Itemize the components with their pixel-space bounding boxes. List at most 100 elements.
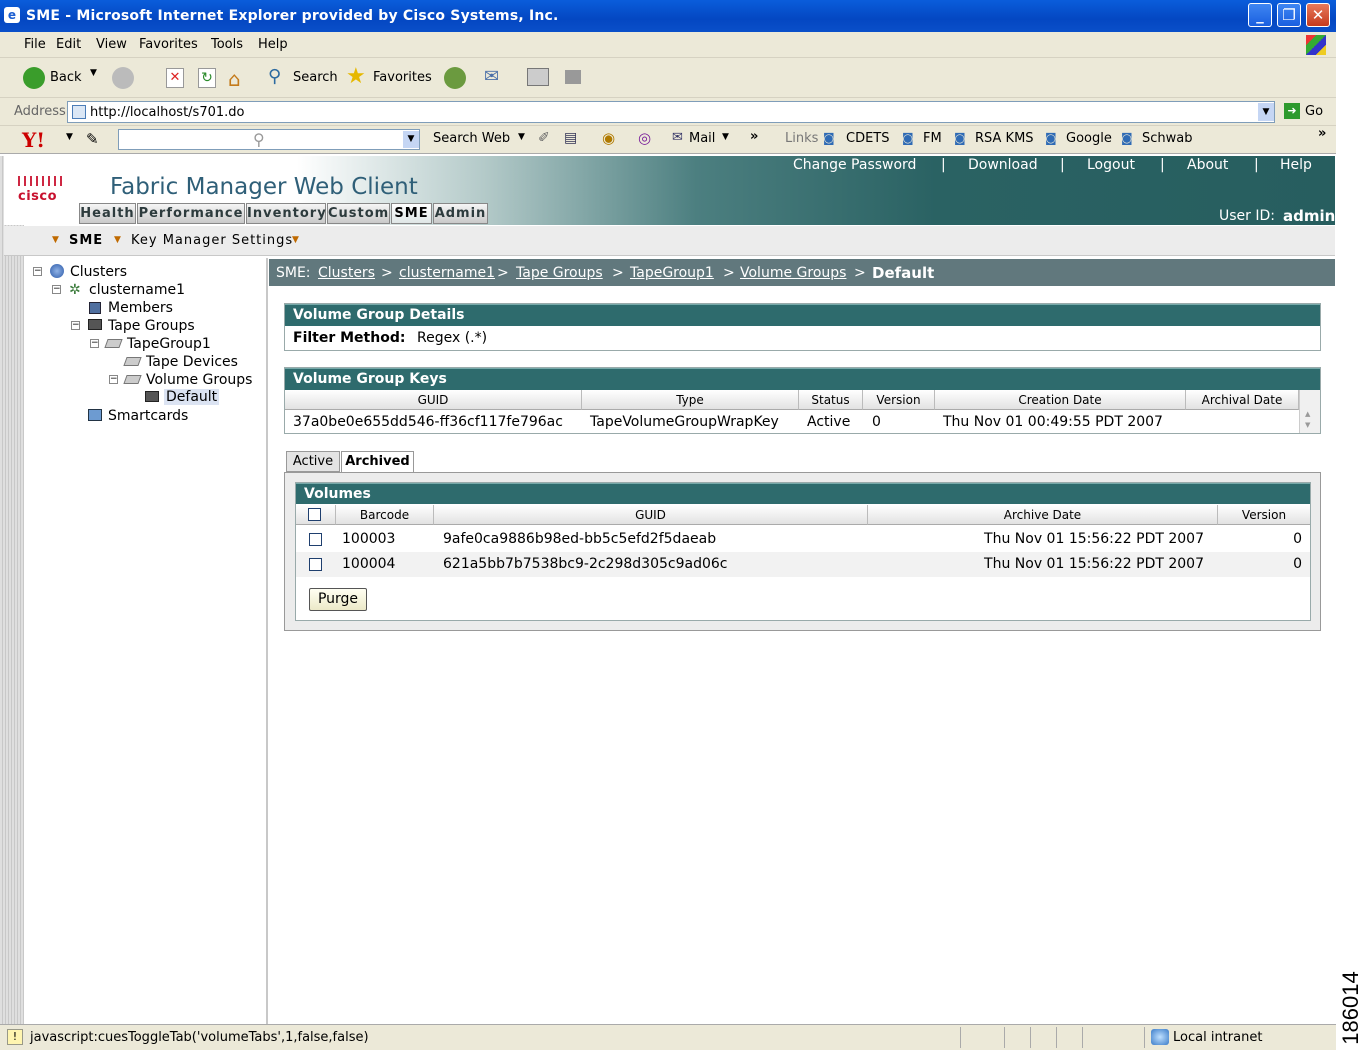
help-link[interactable]: Help <box>1280 157 1312 173</box>
go-button[interactable]: Go <box>1305 104 1323 119</box>
yahoo-mail-button[interactable]: Mail <box>689 131 715 146</box>
tab-health[interactable]: Health <box>79 203 136 224</box>
toolbox-icon[interactable]: ▤ <box>564 130 577 146</box>
column-header-barcode[interactable]: Barcode <box>336 505 434 525</box>
tree-clustername[interactable]: clustername1 <box>89 282 185 298</box>
tree-clusters[interactable]: Clusters <box>70 264 127 280</box>
tree-tape-devices[interactable]: Tape Devices <box>146 354 238 370</box>
tab-sme[interactable]: SME <box>391 203 432 224</box>
history-icon[interactable] <box>444 67 466 89</box>
table-row[interactable]: 100004 621a5bb7b7538bc9-2c298d305c9ad06c… <box>296 552 1310 577</box>
keys-scrollbar[interactable]: ▲ ▼ <box>1299 390 1320 433</box>
tab-active[interactable]: Active <box>286 451 340 472</box>
menu-file[interactable]: File <box>24 37 46 52</box>
tree-volume-groups[interactable]: Volume Groups <box>146 372 252 388</box>
globe-icon[interactable]: ◉ <box>602 129 615 147</box>
collapse-icon[interactable]: − <box>71 321 80 330</box>
row-checkbox[interactable] <box>309 558 322 571</box>
tree-default[interactable]: Default <box>164 389 220 405</box>
link-google[interactable]: Google <box>1066 131 1112 146</box>
favorites-button[interactable]: Favorites <box>373 70 432 85</box>
column-header-version[interactable]: Version <box>1218 505 1310 525</box>
yahoo-search-input[interactable]: ⚲ ▼ <box>118 129 420 150</box>
favorites-star-icon[interactable]: ★ <box>346 64 366 89</box>
scroll-up-icon[interactable]: ▲ <box>1305 410 1310 418</box>
menu-edit[interactable]: Edit <box>56 37 81 52</box>
tab-performance[interactable]: Performance <box>137 203 245 224</box>
column-header-status[interactable]: Status <box>799 390 863 410</box>
collapse-icon[interactable]: − <box>90 339 99 348</box>
column-header-guid[interactable]: GUID <box>285 390 582 410</box>
search-icon[interactable]: ⚲ <box>268 66 281 87</box>
menu-view[interactable]: View <box>96 37 127 52</box>
search-web-dropdown-icon[interactable]: ▼ <box>518 132 525 142</box>
mail-dropdown-icon[interactable]: ▼ <box>722 132 729 142</box>
tab-inventory[interactable]: Inventory <box>246 203 326 224</box>
tree-tape-groups[interactable]: Tape Groups <box>108 318 195 334</box>
link-rsa-kms[interactable]: RSA KMS <box>975 131 1034 146</box>
forward-arrow-icon[interactable] <box>112 67 134 89</box>
mail-icon[interactable]: ✉ <box>484 66 499 87</box>
purge-button[interactable]: Purge <box>309 588 367 611</box>
highlight-icon[interactable]: ✐ <box>538 130 550 146</box>
about-link[interactable]: About <box>1187 157 1228 173</box>
table-row[interactable]: 100003 9afe0ca9886b98ed-bb5c5efd2f5daeab… <box>296 527 1310 552</box>
menu-favorites[interactable]: Favorites <box>139 37 198 52</box>
maximize-button[interactable]: ❐ <box>1277 3 1301 27</box>
breadcrumb-volume-groups[interactable]: Volume Groups <box>740 265 846 281</box>
column-header-type[interactable]: Type <box>582 390 799 410</box>
link-fm[interactable]: FM <box>923 131 942 146</box>
tree-smartcards[interactable]: Smartcards <box>108 408 188 424</box>
messenger-icon[interactable]: ◎ <box>638 129 651 147</box>
home-icon[interactable]: ⌂ <box>228 67 241 91</box>
close-button[interactable]: ✕ <box>1306 3 1330 27</box>
breadcrumb-tapegroup[interactable]: TapeGroup1 <box>630 265 714 281</box>
subnav-sme[interactable]: SME <box>69 233 103 248</box>
scroll-down-icon[interactable]: ▼ <box>1305 421 1310 429</box>
address-input[interactable]: http://localhost/s701.do ▼ <box>67 101 1275 123</box>
menu-help[interactable]: Help <box>258 37 288 52</box>
minimize-button[interactable]: _ <box>1248 3 1272 27</box>
refresh-icon[interactable]: ↻ <box>198 68 216 88</box>
address-dropdown-icon[interactable]: ▼ <box>1258 103 1274 121</box>
collapse-icon[interactable]: − <box>109 375 118 384</box>
collapse-icon[interactable]: − <box>52 285 61 294</box>
tab-archived[interactable]: Archived <box>341 451 414 473</box>
tab-admin[interactable]: Admin <box>433 203 488 224</box>
edit-icon[interactable] <box>565 70 581 84</box>
back-arrow-icon[interactable] <box>23 67 45 89</box>
breadcrumb-clusters[interactable]: Clusters <box>318 265 375 281</box>
column-header-guid[interactable]: GUID <box>434 505 868 525</box>
stop-icon[interactable]: ✕ <box>166 68 184 88</box>
logout-link[interactable]: Logout <box>1087 157 1135 173</box>
yahoo-logo-icon[interactable]: Y! <box>22 128 45 152</box>
collapse-icon[interactable]: − <box>33 267 42 276</box>
breadcrumb-clustername[interactable]: clustername1 <box>399 265 495 281</box>
back-button[interactable]: Back <box>50 70 82 85</box>
yahoo-mail-icon[interactable]: ✉ <box>672 130 683 145</box>
column-header-archival-date[interactable]: Archival Date <box>1186 390 1299 410</box>
search-button[interactable]: Search <box>293 70 338 85</box>
go-arrow-icon[interactable]: ➜ <box>1284 103 1300 119</box>
row-checkbox[interactable] <box>309 533 322 546</box>
column-header-creation-date[interactable]: Creation Date <box>935 390 1186 410</box>
pencil-icon[interactable]: ✎ <box>86 130 99 148</box>
more-chevron-icon[interactable]: » <box>750 129 758 144</box>
tree-tapegroup[interactable]: TapeGroup1 <box>127 336 211 352</box>
tree-members[interactable]: Members <box>108 300 173 316</box>
back-dropdown-icon[interactable]: ▼ <box>90 68 97 78</box>
column-header-archive-date[interactable]: Archive Date <box>868 505 1218 525</box>
select-all-checkbox[interactable] <box>308 508 321 521</box>
yahoo-dropdown-icon[interactable]: ▼ <box>66 132 73 142</box>
subnav-key-manager-settings[interactable]: Key Manager Settings <box>131 233 293 248</box>
menu-tools[interactable]: Tools <box>211 37 243 52</box>
change-password-link[interactable]: Change Password <box>793 157 916 173</box>
yahoo-search-dropdown-icon[interactable]: ▼ <box>403 131 419 148</box>
tab-custom[interactable]: Custom <box>327 203 390 224</box>
search-web-button[interactable]: Search Web <box>433 131 510 146</box>
column-header-version[interactable]: Version <box>863 390 935 410</box>
print-icon[interactable] <box>527 68 549 86</box>
link-schwab[interactable]: Schwab <box>1142 131 1193 146</box>
links-more-chevron-icon[interactable]: » <box>1318 126 1326 141</box>
link-cdets[interactable]: CDETS <box>846 131 890 146</box>
